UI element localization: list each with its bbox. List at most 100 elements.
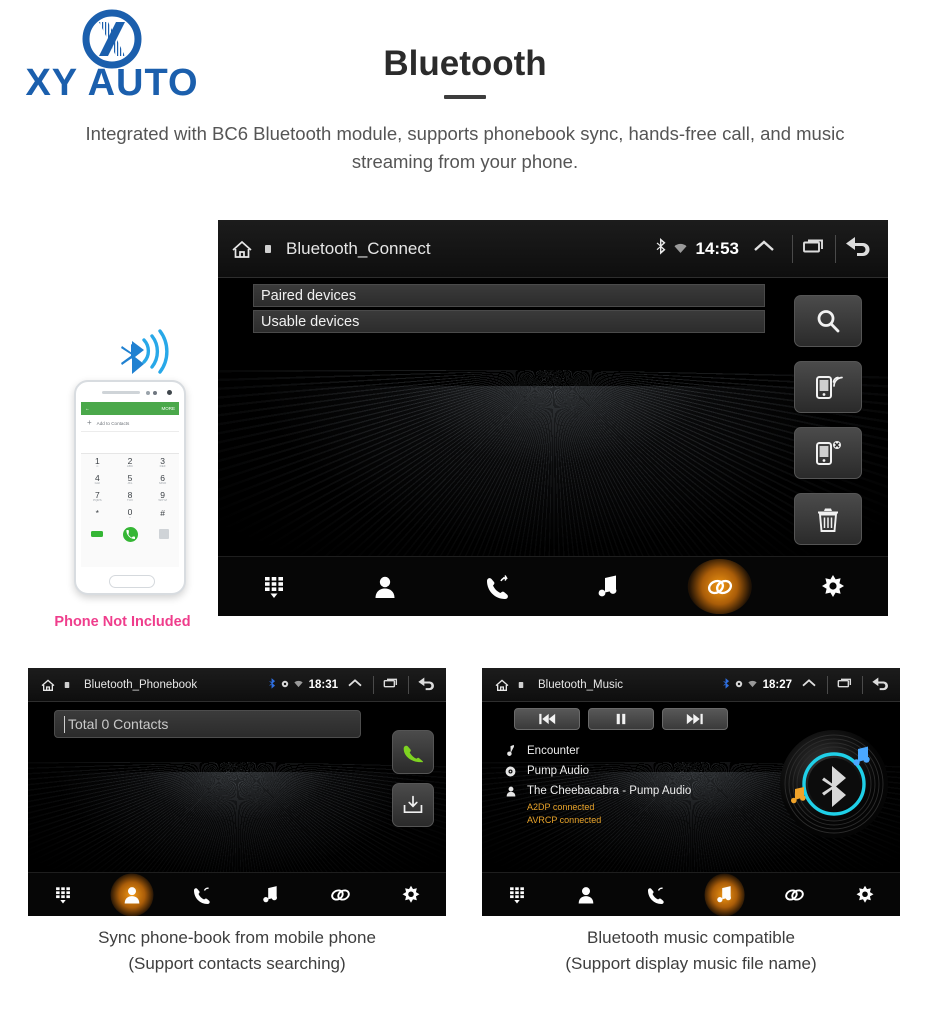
status-indicators: 18:31 [268, 675, 446, 694]
add-to-contacts-label: Add to Contacts [96, 420, 130, 426]
bottom-nav [218, 556, 888, 616]
usable-devices-row[interactable]: Usable devices [253, 310, 765, 333]
bluetooth-phonebook-screen: Bluetooth_Phonebook 18:31 Total 0 Contac… [28, 668, 446, 916]
dial-button[interactable] [392, 730, 434, 774]
phone-dialpad: 1 ∞ 2 ABC 3 DEF 4 GHI 5 JKL 6 MNO 7 PQRS 8 TUV 9… [81, 454, 179, 522]
phone-camera [167, 390, 172, 395]
nav-dialpad[interactable] [261, 574, 287, 600]
wifi-icon [293, 679, 303, 691]
nav-dialpad[interactable] [53, 885, 73, 905]
disc-icon [504, 766, 517, 777]
search-button[interactable] [794, 295, 862, 347]
recents-icon[interactable] [836, 677, 854, 692]
status-indicators: 14:53 [656, 234, 888, 263]
track-title-row: Encounter [504, 744, 691, 757]
dial-key-sub: WXYZ [158, 498, 167, 503]
recents-icon[interactable] [382, 677, 400, 692]
phonebook-caption-line1: Sync phone-book from mobile phone [98, 928, 376, 947]
phone-speaker [102, 391, 140, 394]
download-contacts-button[interactable] [392, 783, 434, 827]
backspace-icon [158, 529, 169, 539]
dial-key-sub: MNO [159, 481, 167, 486]
nav-settings[interactable] [820, 574, 846, 600]
dial-key-digit: # [160, 508, 166, 519]
chevron-up-icon[interactable] [801, 677, 817, 692]
usable-devices-label: Usable devices [261, 313, 360, 330]
wifi-icon [674, 239, 687, 259]
playback-controls [514, 708, 728, 730]
page-subtitle: Integrated with BC6 Bluetooth module, su… [85, 123, 845, 172]
nav-settings[interactable] [401, 885, 421, 905]
mobile-phone-mockup: ← MORE + Add to Contacts 1 ∞ 2 ABC 3 DEF 4G… [74, 380, 186, 595]
back-arrow-icon: ← [85, 406, 90, 411]
a2dp-status: A2DP connected [527, 802, 595, 812]
home-button[interactable] [230, 237, 272, 261]
device-action-buttons [794, 295, 862, 545]
bluetooth-signal-icon [108, 324, 178, 382]
back-arrow-icon[interactable] [417, 676, 437, 694]
music-caption-line1: Bluetooth music compatible [587, 928, 795, 947]
dial-key: 3 DEF [146, 454, 179, 471]
bottom-nav [28, 872, 446, 916]
phone-sensor-dot [153, 390, 157, 395]
previous-track-button[interactable] [514, 708, 580, 730]
nav-link[interactable] [783, 885, 806, 905]
title-underline [444, 95, 486, 99]
screen-title: Bluetooth_Music [538, 678, 624, 691]
nav-music[interactable] [596, 574, 620, 600]
nav-contacts[interactable] [122, 885, 142, 905]
track-artist: The Cheebacabra - Pump Audio [527, 785, 692, 797]
screen-title: Bluetooth_Connect [286, 238, 431, 258]
recents-icon[interactable] [801, 237, 827, 260]
phonebook-caption: Sync phone-book from mobile phone (Suppo… [28, 925, 446, 978]
paired-devices-label: Paired devices [261, 287, 357, 304]
chevron-up-icon[interactable] [752, 237, 776, 260]
nav-music[interactable] [261, 885, 280, 905]
sync-icon [735, 679, 743, 691]
chevron-up-icon[interactable] [347, 677, 363, 692]
music-caption-line2: (Support display music file name) [565, 954, 817, 974]
nav-contacts[interactable] [372, 574, 398, 600]
pause-button[interactable] [588, 708, 654, 730]
next-track-button[interactable] [662, 708, 728, 730]
connect-device-button[interactable] [794, 361, 862, 413]
home-button[interactable] [40, 677, 70, 693]
device-lists: Paired devices Usable devices [253, 284, 765, 336]
text-caret [64, 715, 65, 733]
back-arrow-icon[interactable] [871, 676, 891, 694]
nav-call-history[interactable] [483, 574, 511, 600]
delete-device-button[interactable] [794, 493, 862, 545]
call-button-icon [123, 526, 139, 542]
disconnect-device-button[interactable] [794, 427, 862, 479]
phonebook-caption-line2: (Support contacts searching) [128, 954, 346, 974]
status-bar: Bluetooth_Music 18:27 [482, 668, 900, 702]
phone-dialer-actions [81, 522, 179, 546]
nav-call-history[interactable] [645, 885, 666, 905]
nav-music[interactable] [715, 885, 734, 905]
phone-not-included-note: Phone Not Included [54, 614, 191, 630]
phone-number-field [81, 432, 179, 454]
bottom-nav [482, 872, 900, 916]
nav-call-history[interactable] [191, 885, 212, 905]
nav-settings[interactable] [855, 885, 875, 905]
contacts-search-input[interactable]: Total 0 Contacts [54, 710, 361, 738]
bluetooth-music-screen: Bluetooth_Music 18:27 Encounter Pump Aud… [482, 668, 900, 916]
track-album: Pump Audio [527, 765, 590, 777]
paired-devices-row[interactable]: Paired devices [253, 284, 765, 307]
back-arrow-icon[interactable] [844, 235, 874, 262]
dial-key-sub: DEF [159, 464, 166, 469]
divider [862, 675, 863, 694]
clock: 18:27 [762, 678, 792, 691]
music-note-icon [504, 744, 517, 757]
dial-key: 5 JKL [114, 471, 147, 488]
dial-key-sub: TUV [126, 498, 133, 503]
home-button[interactable] [494, 677, 524, 693]
nav-contacts[interactable] [576, 885, 596, 905]
dial-key-sub: PQRS [93, 498, 102, 503]
divider [835, 234, 836, 263]
nav-dialpad[interactable] [507, 885, 527, 905]
nav-link[interactable] [705, 574, 735, 600]
nav-link[interactable] [329, 885, 352, 905]
dial-key-sub: ABC [126, 464, 134, 469]
dial-key-sub: ∞ [96, 464, 99, 469]
